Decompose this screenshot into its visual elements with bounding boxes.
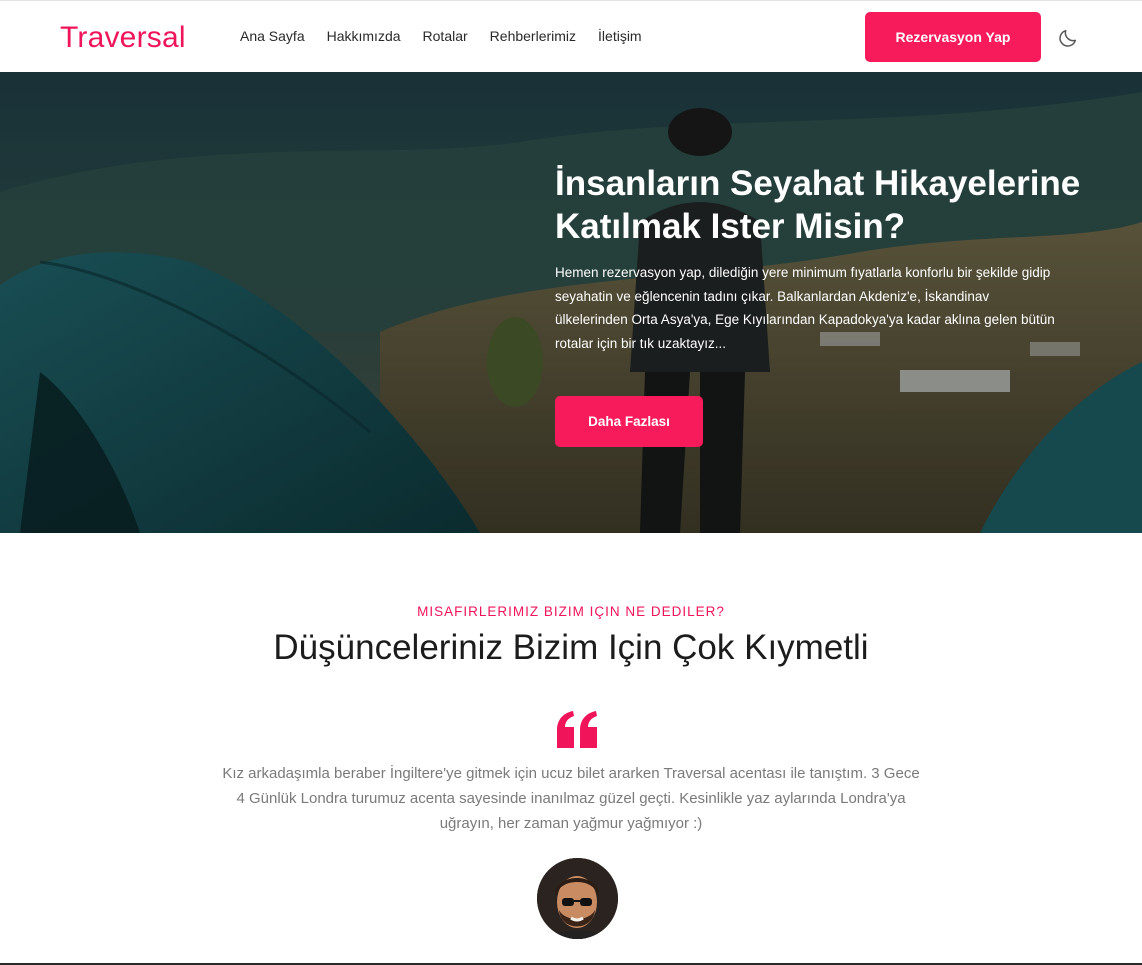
nav-link-guides[interactable]: Rehberlerimiz xyxy=(490,28,576,44)
hero-title: İnsanların Seyahat Hikayelerine Katılmak… xyxy=(555,164,1081,246)
quote-icon xyxy=(555,710,601,750)
moon-icon[interactable] xyxy=(1057,27,1079,49)
testimonial-quote: Kız arkadaşımla beraber İngiltere'ye git… xyxy=(222,765,920,832)
section-eyebrow: MISAFIRLERIMIZ BIZIM IÇIN NE DEDILER? xyxy=(417,604,725,619)
nav-link-routes[interactable]: Rotalar xyxy=(423,28,468,44)
nav-link-about[interactable]: Hakkımızda xyxy=(327,28,401,44)
hero-description: Hemen rezervasyon yap, dilediğin yere mi… xyxy=(555,265,1055,351)
more-button[interactable]: Daha Fazlası xyxy=(555,396,703,447)
avatar xyxy=(537,858,618,939)
reserve-button[interactable]: Rezervasyon Yap xyxy=(865,12,1041,62)
brand-logo[interactable]: Traversal xyxy=(60,21,186,55)
nav-link-contact[interactable]: İletişim xyxy=(598,28,642,44)
navbar: Traversal Ana Sayfa Hakkımızda Rotalar R… xyxy=(0,0,1142,72)
main-nav: Ana Sayfa Hakkımızda Rotalar Rehberlerim… xyxy=(240,28,664,44)
nav-link-home[interactable]: Ana Sayfa xyxy=(240,28,305,44)
hero-section: İnsanların Seyahat Hikayelerine Katılmak… xyxy=(0,72,1142,533)
section-title: Düşünceleriniz Bizim Için Çok Kıymetli xyxy=(273,628,869,667)
